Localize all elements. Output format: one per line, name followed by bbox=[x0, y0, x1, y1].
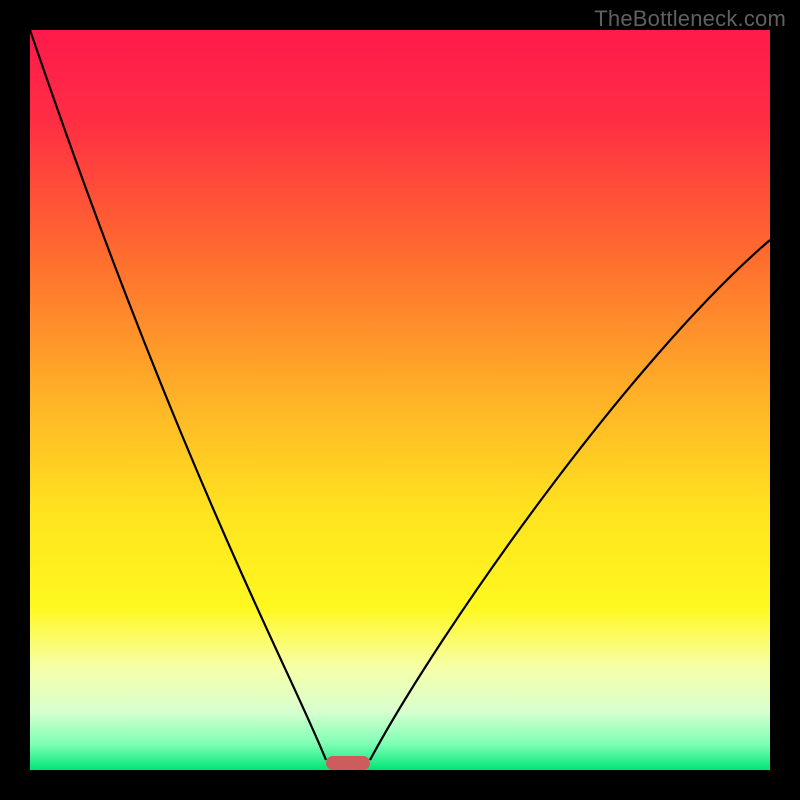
watermark-text: TheBottleneck.com bbox=[594, 6, 786, 32]
chart-frame: TheBottleneck.com bbox=[0, 0, 800, 800]
plot-area bbox=[30, 30, 770, 770]
plot-svg bbox=[30, 30, 770, 770]
gradient-background bbox=[30, 30, 770, 770]
bottleneck-marker bbox=[326, 756, 370, 770]
